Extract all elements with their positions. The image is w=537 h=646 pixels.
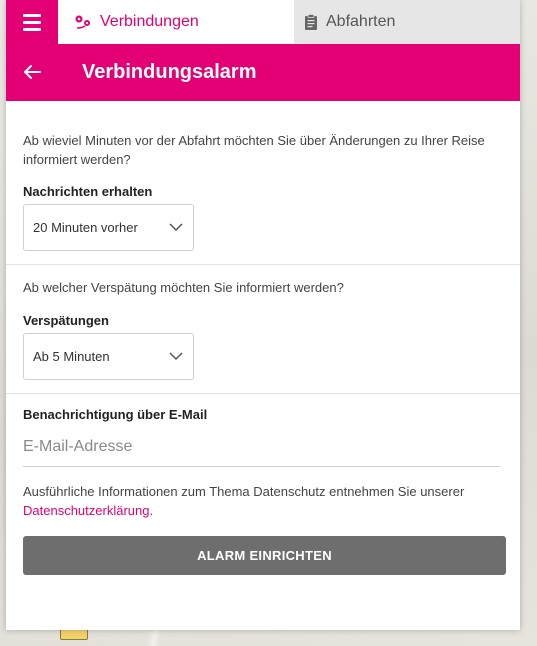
alarm-form: Ab wieviel Minuten vor der Abfahrt möcht… xyxy=(6,101,520,575)
privacy-suffix: . xyxy=(149,503,154,518)
email-label: Benachrichtigung über E-Mail xyxy=(23,407,208,422)
clipboard-icon xyxy=(304,13,318,31)
delay-label: Verspätungen xyxy=(23,313,109,328)
email-field[interactable] xyxy=(23,427,500,467)
route-icon xyxy=(74,14,92,30)
chevron-down-icon xyxy=(169,349,183,364)
hamburger-icon xyxy=(23,13,41,17)
tab-bar: Verbindungen Abfahrten xyxy=(6,0,520,44)
notification-label: Nachrichten erhalten xyxy=(23,184,153,199)
tab-departures[interactable]: Abfahrten xyxy=(294,0,520,44)
notification-select-value: 20 Minuten vorher xyxy=(33,220,138,235)
notification-select[interactable]: 20 Minuten vorher xyxy=(23,204,194,251)
notification-question: Ab wieviel Minuten vor der Abfahrt möcht… xyxy=(23,133,485,167)
tab-connections[interactable]: Verbindungen xyxy=(58,0,294,44)
alarm-panel: Verbindungen Abfahrten Verbindungsalarm xyxy=(6,0,520,630)
page-header: Verbindungsalarm xyxy=(6,44,520,101)
hamburger-icon-line xyxy=(23,20,41,24)
menu-button[interactable] xyxy=(6,0,58,44)
tab-departures-label: Abfahrten xyxy=(326,13,396,30)
delay-select-value: Ab 5 Minuten xyxy=(33,349,110,364)
back-arrow-icon[interactable] xyxy=(6,60,58,86)
delay-question: Ab welcher Verspätung möchten Sie inform… xyxy=(23,280,344,295)
tab-connections-label: Verbindungen xyxy=(100,13,199,30)
hamburger-icon-line xyxy=(23,27,41,31)
privacy-text: Ausführliche Informationen zum Thema Dat… xyxy=(23,484,465,499)
privacy-note: Ausführliche Informationen zum Thema Dat… xyxy=(23,482,503,520)
chevron-down-icon xyxy=(169,220,183,235)
privacy-link[interactable]: Datenschutzerklärung xyxy=(23,503,149,518)
alarm-submit-button[interactable]: ALARM EINRICHTEN xyxy=(23,536,506,575)
delay-select[interactable]: Ab 5 Minuten xyxy=(23,333,194,380)
page-title: Verbindungsalarm xyxy=(82,61,257,83)
